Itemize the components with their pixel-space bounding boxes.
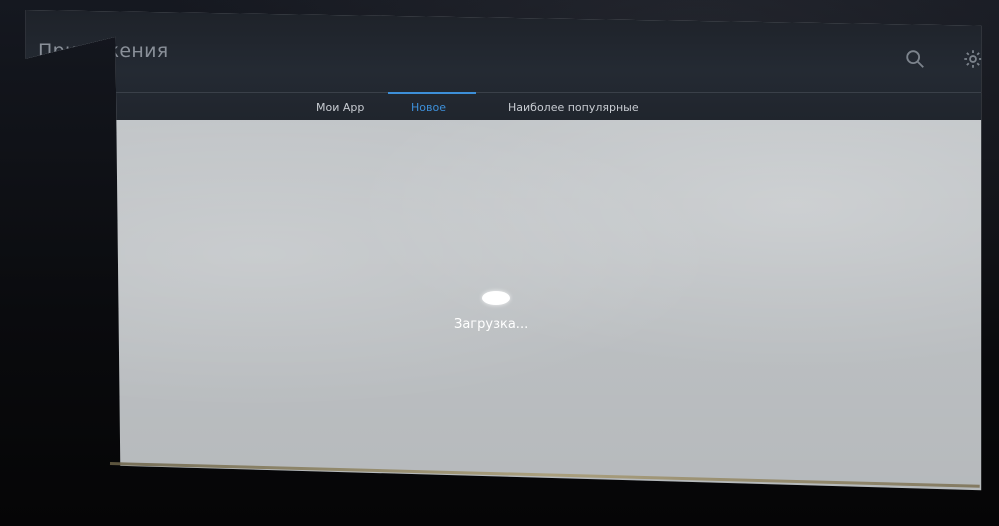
app-header: Приложения Мои App Новое Наиболее попул [25,10,982,123]
settings-button[interactable] [962,48,982,70]
active-tab-indicator [388,92,476,94]
search-icon [904,48,926,70]
loading-text: Загрузка... [454,317,529,332]
search-button[interactable] [904,48,926,70]
tab-bar: Мои App Новое Наиболее популярные [25,92,982,123]
tab-most-popular[interactable]: Наиболее популярные [508,101,639,114]
loading-spinner [482,291,510,305]
tab-new[interactable]: Новое [411,101,446,114]
tv-screen: Приложения Мои App Новое Наиболее попул [25,10,982,491]
tab-my-apps[interactable]: Мои App [316,101,364,114]
gear-icon [962,48,982,70]
